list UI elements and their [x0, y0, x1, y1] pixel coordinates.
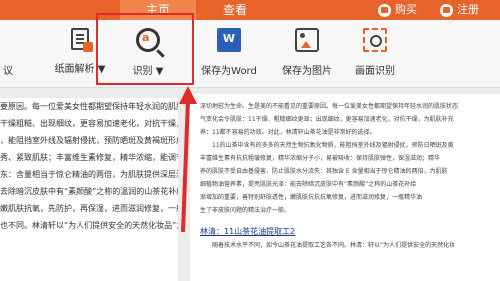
text-line: 去除暗沉皮肤中有“素颜酸”之称的温润的山茶花补给营养。: [0, 187, 178, 196]
save-as-image-button[interactable]: 保存为图片: [278, 28, 336, 84]
image-icon: [295, 28, 319, 52]
original-page: 要原因。每一位爱美女性都期望保持年轻水润的肌肤状态，但天 干燥粗糙、出现细纹，更…: [0, 98, 178, 281]
text-line: 渐增加的重要，善特别舒肤透性，嫩肌肤抗抗抗氧修复，进而滋润修复，一瓶精华油: [200, 194, 423, 201]
recognized-page: 深切地慰为生命。生是美的不能看见的重要原因。每一位爱美女性都期望保持年轻水润的肌…: [190, 94, 500, 281]
text-line: 嫩肌肤抗氧，先防护，再保湿，进而滋润修复，一瓶精: [0, 204, 178, 213]
text-line: 养：11都不容易的功效。对此，林清轩山茶花油是非常好的选择。: [200, 129, 376, 136]
register-button[interactable]: 注册: [440, 0, 479, 20]
text-line: 深切地慰为生命。生是美的不能看见的重要原因。每一位爱美女性都期望保持年轻水润的肌…: [200, 103, 459, 110]
text-line: 干燥粗糙、出现细纹，更容易加速老化，对抗干燥，为肌肤补充营: [0, 119, 178, 128]
text-line: 细植物油营养素，提亮肌肤光泽：能去除暗沉皮肤中有“素颜酸”之称的山茶花补给: [200, 181, 417, 188]
word-icon: W: [217, 28, 241, 52]
text-line: 11的山茶中含有的多多的天然生物抗氧化物质，能阻挡室外线及辐射侵扰，预防日晒斑及…: [212, 142, 454, 149]
register-label: 注册: [457, 3, 479, 16]
text-line: 养的肌肤不受自由基侵害，防止肌肤水分流失：其独含 E 含量相当于惊仑精油的两倍，…: [200, 168, 448, 175]
tab-view[interactable]: 查看: [205, 0, 265, 20]
section-heading: 林清：11山茶花油提取工2: [200, 227, 296, 236]
cart-icon: [378, 3, 391, 17]
user-icon: [440, 3, 453, 17]
partial-button[interactable]: 议: [0, 28, 20, 84]
save-as-word-label: 保存为Word: [201, 66, 257, 77]
text-line: 气变化会令肌肤：11干燥、粗糙细纹更显；出现细纹，更容易加速老化，对抗干燥，为肌…: [200, 116, 454, 123]
screen-ocr-label: 画面识别: [355, 66, 395, 77]
text-line: 丰富维生素有抗抗粗皱修复，精华浓缩分子小，易被吸收：保持肌肤弹性，保湿滋润；精华: [200, 155, 441, 162]
text-line: 东：含量相当于惊仑精油的两倍，为肌肤提供深层滋润，加: [0, 170, 178, 179]
save-as-word-button[interactable]: W 保存为Word: [196, 28, 262, 84]
screen-ocr-button[interactable]: 画面识别: [346, 28, 404, 84]
top-menu-bar: 主页 查看 购买 注册: [0, 0, 500, 20]
highlight-box: [96, 13, 194, 85]
text-line: 要原因。每一位爱美女性都期望保持年轻水润的肌肤状态，但天: [0, 102, 178, 111]
text-line: 随着技术水平不同，如今山茶花油提取工艺各不同。林清：轩以“为人们提供安全的天然化…: [212, 242, 456, 249]
ribbon-toolbar: 议 纸面解析 ▼ a 识别 ▼ W 保存为Word 保存为图片 画面识别: [0, 20, 500, 88]
partial-label: 议: [3, 66, 13, 77]
text-line: 生了非皮肤问题的精法治疗一般。: [200, 207, 291, 214]
buy-button[interactable]: 购买: [378, 0, 417, 20]
screen-capture-icon: [363, 28, 387, 52]
document-area: 要原因。每一位爱美女性都期望保持年轻水润的肌肤状态，但天 干燥粗糙、出现细纹，更…: [0, 88, 500, 281]
buy-label: 购买: [395, 3, 417, 16]
text-line: ，能阻挡室外线及辐射侵扰，预防晒斑及黄褐斑形成；内含精质: [0, 136, 178, 145]
document-parse-icon: [71, 28, 93, 52]
text-line: 也不同。林清轩以“为人们提供安全的天然化妆品”为使命，从: [0, 221, 178, 230]
save-as-image-label: 保存为图片: [282, 66, 332, 77]
text-line: 秀、紧致肌肤；丰富维生素修复，精华浓缩，能调节肌肤弹性，保: [0, 153, 178, 162]
